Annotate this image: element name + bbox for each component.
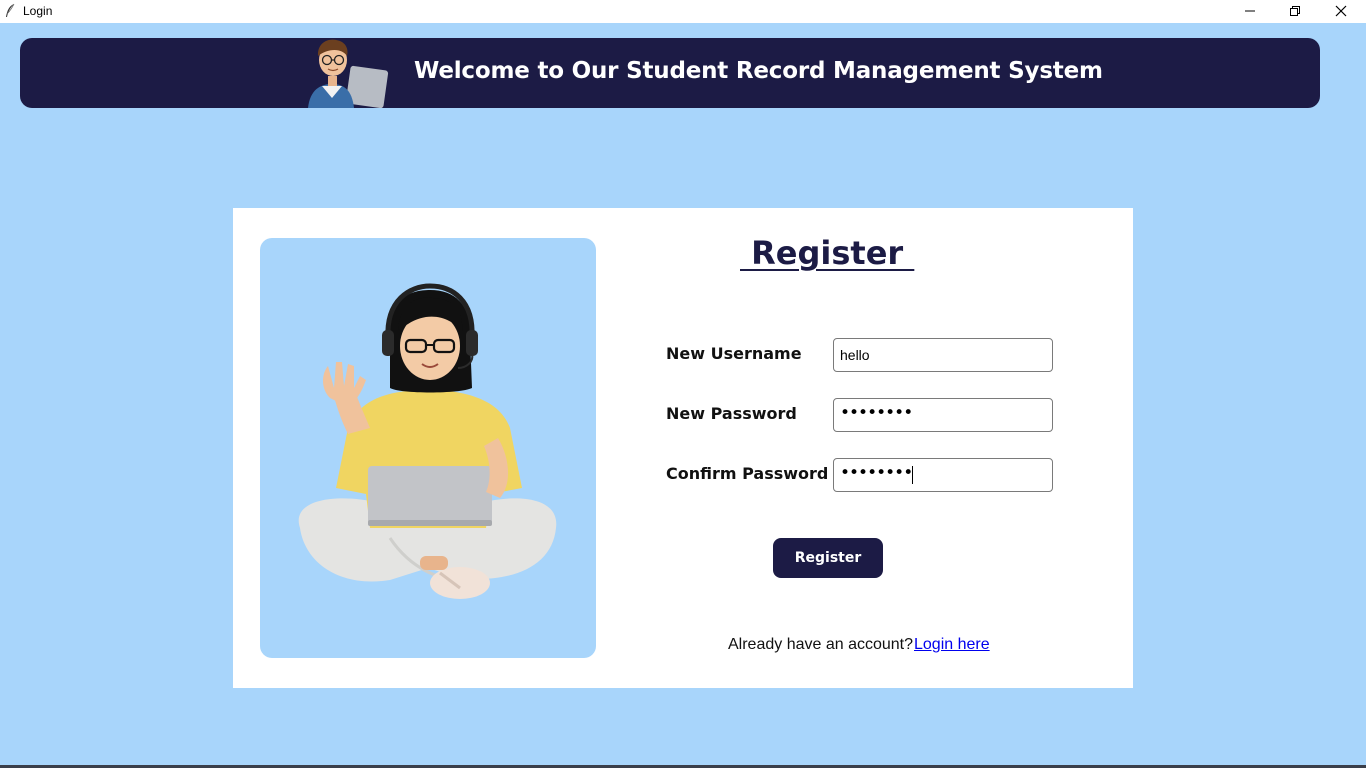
confirm-password-label: Confirm Password: [666, 464, 829, 483]
password-input[interactable]: ••••••••: [833, 398, 1053, 432]
username-input[interactable]: hello: [833, 338, 1053, 372]
register-heading: Register: [740, 234, 915, 272]
feather-icon: [4, 3, 16, 19]
student-avatar-icon: [302, 38, 390, 108]
student-illustration: [260, 238, 596, 658]
close-icon: [1335, 2, 1347, 21]
text-caret: [912, 466, 913, 484]
close-button[interactable]: [1318, 0, 1364, 23]
register-button[interactable]: Register: [773, 538, 883, 578]
window-title: Login: [23, 4, 53, 18]
header-banner: Welcome to Our Student Record Management…: [20, 38, 1320, 108]
login-link[interactable]: Login here: [914, 636, 990, 654]
already-account-text: Already have an account?: [728, 636, 914, 653]
maximize-button[interactable]: [1272, 0, 1318, 23]
minimize-icon: [1244, 2, 1256, 21]
username-value: hello: [840, 347, 870, 363]
password-value: ••••••••: [840, 403, 913, 423]
header-title: Welcome to Our Student Record Management…: [414, 58, 1103, 84]
confirm-password-value: ••••••••: [840, 463, 913, 483]
window-titlebar: Login: [0, 0, 1366, 23]
confirm-password-input[interactable]: ••••••••: [833, 458, 1053, 492]
username-label: New Username: [666, 344, 802, 363]
minimize-button[interactable]: [1227, 0, 1273, 23]
password-label: New Password: [666, 404, 797, 423]
restore-icon: [1289, 2, 1301, 21]
register-card: Register New Username hello New Password…: [233, 208, 1133, 688]
